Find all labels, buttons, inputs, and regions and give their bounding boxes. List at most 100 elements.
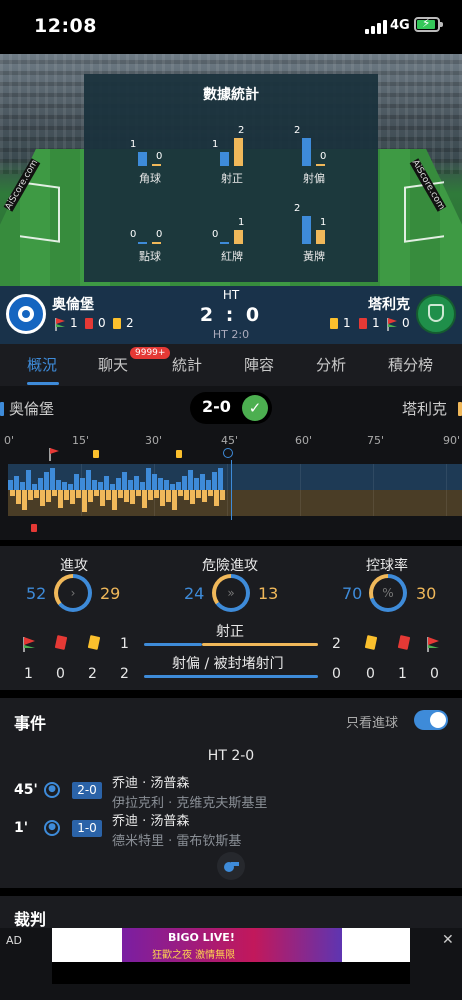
event-scorer[interactable]: 乔迪 · 汤普森 bbox=[112, 810, 189, 829]
home-count-0: 1 bbox=[24, 666, 33, 682]
timeline-home-bar bbox=[176, 482, 181, 490]
dangerous-icon: » bbox=[216, 578, 246, 608]
shots-on-label: 射正 bbox=[216, 624, 244, 640]
timeline-away-bar bbox=[142, 490, 147, 508]
home-yellow: 2 bbox=[126, 316, 134, 330]
home-corner-stat-icon bbox=[22, 636, 35, 652]
match-timeline[interactable]: 0' 15' 30' 45' 60' 75' 90' bbox=[0, 430, 462, 540]
timeline-away-bar bbox=[172, 490, 177, 510]
home-team-logo[interactable] bbox=[6, 294, 46, 334]
stat-label: 點球 bbox=[139, 250, 161, 263]
away-team-name[interactable]: 塔利克 bbox=[368, 294, 410, 314]
tab-5[interactable]: 積分榜 bbox=[388, 354, 433, 375]
timeline-home-bar bbox=[158, 478, 163, 490]
timeline-home-bar bbox=[218, 468, 223, 490]
half-time-score: HT 2:0 bbox=[212, 328, 250, 341]
dangerous-home: 24 bbox=[184, 584, 205, 603]
tab-0[interactable]: 概況 bbox=[27, 354, 57, 375]
timeline-away-bar bbox=[160, 490, 165, 506]
stat-label: 射正 bbox=[221, 172, 243, 185]
check-icon: ✓ bbox=[242, 395, 268, 421]
timeline-home-bar bbox=[140, 482, 145, 490]
compare-home-bar bbox=[144, 675, 318, 678]
tab-2[interactable]: 統計 bbox=[172, 354, 202, 375]
away-team-logo[interactable] bbox=[416, 294, 456, 334]
events-title: 事件 bbox=[14, 714, 47, 733]
timeline-home-bar bbox=[92, 480, 97, 490]
away-count-3: 0 bbox=[430, 666, 439, 682]
event-score: 1-0 bbox=[72, 820, 102, 837]
timeline-away-bar bbox=[154, 490, 159, 498]
timeline-away-bar bbox=[136, 490, 141, 496]
timeline-home-bar bbox=[50, 468, 55, 490]
event-minute: 45' bbox=[14, 782, 38, 798]
stat-cell: 2 0 射偏 bbox=[284, 114, 344, 186]
goals-only-toggle[interactable] bbox=[414, 710, 448, 730]
tab-underline bbox=[27, 382, 59, 385]
timeline-away-bar bbox=[214, 490, 219, 506]
close-icon[interactable]: ✕ bbox=[442, 932, 454, 948]
timeline-home-bar bbox=[98, 482, 103, 490]
dangerous-ring: » bbox=[212, 574, 250, 612]
compare-home-bar bbox=[144, 643, 202, 646]
possession-home: 70 bbox=[342, 584, 363, 603]
stat-away-value: 1 bbox=[238, 217, 245, 228]
stadium-hero[interactable]: AiScore.com AiScore.com 數據統計 1 0 角球 1 2 射正 2 0 射… bbox=[0, 54, 462, 286]
timeline-gridline bbox=[446, 464, 447, 516]
stat-home-bar bbox=[138, 242, 147, 244]
home-corners: 1 bbox=[70, 316, 78, 330]
stat-home-value: 2 bbox=[294, 125, 301, 136]
stat-home-value: 0 bbox=[212, 229, 219, 240]
timeline-home-bar bbox=[122, 472, 127, 490]
timeline-away-bar bbox=[112, 490, 117, 510]
timeline-home-bar bbox=[134, 476, 139, 490]
score-row-home: 奥倫堡 bbox=[9, 400, 55, 418]
timeline-away-bar bbox=[10, 490, 15, 496]
shots-off-label: 射偏 / 被封堵射门 bbox=[172, 656, 284, 672]
home-red: 0 bbox=[98, 316, 106, 330]
attack-home: 52 bbox=[26, 584, 47, 603]
attack-icon: › bbox=[58, 578, 88, 608]
dangerous-away: 13 bbox=[258, 584, 279, 603]
home-team-name[interactable]: 奥倫堡 bbox=[52, 294, 94, 314]
event-scorer[interactable]: 乔迪 · 汤普森 bbox=[112, 772, 189, 791]
timeline-home-bar bbox=[62, 482, 67, 490]
timeline-home-bar bbox=[86, 470, 91, 490]
penalty-box-left bbox=[20, 181, 60, 243]
page-indicator[interactable] bbox=[209, 275, 249, 286]
stat-home-bar bbox=[220, 152, 229, 166]
timeline-tick: 0' bbox=[4, 434, 15, 447]
home-corner-icon bbox=[54, 316, 66, 331]
stat-away-value: 0 bbox=[156, 151, 163, 162]
timeline-away-bar bbox=[100, 490, 105, 506]
stat-home-value: 1 bbox=[130, 139, 137, 150]
status-time: 12:08 bbox=[34, 15, 97, 37]
timeline-home-bar bbox=[128, 480, 133, 490]
tab-3[interactable]: 陣容 bbox=[244, 354, 274, 375]
timeline-home-bar bbox=[182, 476, 187, 490]
penalty-box-right bbox=[404, 181, 444, 243]
timeline-away-bar bbox=[22, 490, 27, 510]
timeline-away-bar bbox=[118, 490, 123, 498]
tab-1[interactable]: 聊天 bbox=[98, 354, 128, 375]
stat-away-value: 0 bbox=[320, 151, 327, 162]
stats-summary: 進攻 52 › 29 危險進攻 24 » 13 控球率 70 % 30 1 0 … bbox=[0, 546, 462, 690]
home-count-2: 2 bbox=[88, 666, 97, 682]
ad-bar[interactable]: AD BIGO LIVE! 狂歡之夜 激情無限 ✕ bbox=[0, 928, 462, 1000]
stats-panel: 數據統計 1 0 角球 1 2 射正 2 0 射偏 0 0 點球 0 1 紅牌 2 1 黃牌 bbox=[84, 74, 378, 282]
dangerous-label: 危險進攻 bbox=[202, 558, 258, 574]
timeline-away-bar bbox=[34, 490, 39, 498]
timeline-home-bar bbox=[104, 476, 109, 490]
timeline-away-bar bbox=[184, 490, 189, 500]
tab-4[interactable]: 分析 bbox=[316, 354, 346, 375]
away-count-1: 0 bbox=[366, 666, 375, 682]
ad-banner[interactable]: BIGO LIVE! 狂歡之夜 激情無限 bbox=[122, 928, 342, 962]
event-assist[interactable]: 伊拉克利 · 克维克夫斯基里 bbox=[112, 792, 267, 811]
event-score: 2-0 bbox=[72, 782, 102, 799]
timeline-home-bar bbox=[56, 480, 61, 490]
ad-tagline: 狂歡之夜 激情無限 bbox=[152, 950, 236, 961]
event-assist[interactable]: 德米特里 · 雷布钦斯基 bbox=[112, 830, 241, 849]
stat-cell: 0 0 點球 bbox=[120, 192, 180, 264]
home-count-1: 0 bbox=[56, 666, 65, 682]
stat-away-bar bbox=[316, 230, 325, 244]
